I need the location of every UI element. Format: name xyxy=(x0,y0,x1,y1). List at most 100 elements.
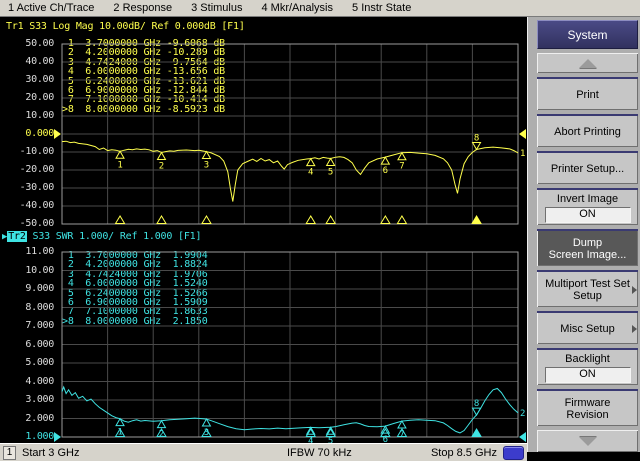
softkey-label: Dump Screen Image... xyxy=(549,237,627,261)
y-tick-label: 20.00 xyxy=(6,93,54,103)
marker-stimulus-indicator xyxy=(202,216,211,224)
y-tick-label: 10.00 xyxy=(6,266,54,276)
submenu-arrow-icon xyxy=(632,286,637,294)
marker-symbol xyxy=(157,421,165,428)
y-tick-label: 4.000 xyxy=(6,377,54,387)
menu-item-2-response[interactable]: 2 Response xyxy=(113,2,172,14)
up-triangle-icon xyxy=(579,59,597,68)
softkey-abort-printing[interactable]: Abort Printing xyxy=(537,114,638,147)
trace2-plot: 123456782 xyxy=(54,250,528,445)
softkey-misc-setup[interactable]: Misc Setup xyxy=(537,311,638,344)
marker-stimulus-indicator xyxy=(381,216,390,224)
trace1-format-readout: S33 Log Mag 10.00dB/ Ref 0.000dB [F1] xyxy=(23,21,244,32)
softkey-state-value: ON xyxy=(545,207,631,223)
y-tick-label: 11.00 xyxy=(6,247,54,257)
softkey-print[interactable]: Print xyxy=(537,77,638,110)
y-tick-label: -30.00 xyxy=(6,183,54,193)
marker-symbol xyxy=(307,159,315,166)
marker-stimulus-indicator xyxy=(306,216,315,224)
marker-number: 3 xyxy=(204,161,209,171)
menu-item-1-active-ch-trace[interactable]: 1 Active Ch/Trace xyxy=(8,2,94,14)
marker-symbol xyxy=(116,419,124,426)
softkey-label: Misc Setup xyxy=(560,323,614,335)
y-tick-label: 9.000 xyxy=(6,284,54,294)
softkey-label: Firmware Revision xyxy=(565,397,611,421)
marker-stimulus-indicator xyxy=(397,216,406,224)
ref-level-arrow-left xyxy=(54,129,61,139)
trace2-tag: Tr2 xyxy=(7,231,26,242)
marker-number: 8 xyxy=(474,399,479,409)
trace1-tag: Tr1 xyxy=(6,21,23,32)
softkey-panel: System Print Abort Printing Printer Setup.… xyxy=(527,17,640,452)
softkey-dump-screen-image[interactable]: Dump Screen Image... xyxy=(537,229,638,266)
marker-symbol xyxy=(327,159,335,166)
trace-end-label: 2 xyxy=(520,409,525,419)
y-tick-label: -40.00 xyxy=(6,201,54,211)
softkey-invert-image[interactable]: Invert Image ON xyxy=(537,188,638,225)
menu-item-3-stimulus[interactable]: 3 Stimulus xyxy=(191,2,242,14)
softkey-label: Backlight xyxy=(565,353,610,365)
y-tick-label: 2.000 xyxy=(6,414,54,424)
y-tick-label: 5.000 xyxy=(6,358,54,368)
trace1-plot: 1 2 3 4 5 6 7 8 1 xyxy=(54,42,528,232)
marker-stimulus-indicator xyxy=(472,216,481,224)
softkey-scroll-up-button[interactable] xyxy=(537,53,638,73)
start-frequency-readout: Start 3 GHz xyxy=(22,447,79,459)
trace-end-label: 1 xyxy=(520,149,525,159)
menu-bar: 1 Active Ch/Trace 2 Response 3 Stimulus 4 M… xyxy=(0,0,640,17)
y-tick-label: -10.00 xyxy=(6,147,54,157)
down-triangle-icon xyxy=(579,437,597,446)
ifbw-readout: IFBW 70 kHz xyxy=(287,447,352,459)
trace1-header[interactable]: Tr1 S33 Log Mag 10.00dB/ Ref 0.000dB [F1… xyxy=(6,21,245,32)
y-tick-label: -50.00 xyxy=(6,219,54,229)
status-bar: 1 Start 3 GHz IFBW 70 kHz Stop 8.5 GHz xyxy=(0,443,527,461)
marker-stimulus-indicator xyxy=(157,216,166,224)
marker-stimulus-indicator xyxy=(116,216,125,224)
softkey-backlight[interactable]: Backlight ON xyxy=(537,348,638,385)
analyzer-screen: Tr1 S33 Log Mag 10.00dB/ Ref 0.000dB [F1… xyxy=(0,17,527,452)
y-tick-label: 0.000 xyxy=(6,129,54,139)
menu-item-5-instr-state[interactable]: 5 Instr State xyxy=(352,2,411,14)
y-tick-label: 8.000 xyxy=(6,303,54,313)
marker-number: 6 xyxy=(383,166,388,176)
y-tick-label: 7.000 xyxy=(6,321,54,331)
softkey-menu-title: System xyxy=(537,20,638,49)
softkey-printer-setup[interactable]: Printer Setup... xyxy=(537,151,638,184)
y-tick-label: 50.00 xyxy=(6,39,54,49)
y-tick-label: 3.000 xyxy=(6,395,54,405)
softkey-label: Abort Printing xyxy=(554,126,621,138)
submenu-arrow-icon xyxy=(632,325,637,333)
marker-stimulus-indicator xyxy=(472,429,481,437)
menu-item-4-mkr-analysis[interactable]: 4 Mkr/Analysis xyxy=(261,2,333,14)
softkey-firmware-revision[interactable]: Firmware Revision xyxy=(537,389,638,426)
softkey-label: Print xyxy=(576,89,599,101)
y-tick-label: -20.00 xyxy=(6,165,54,175)
stop-frequency-readout: Stop 8.5 GHz xyxy=(431,447,497,459)
softkey-scroll-down-button[interactable] xyxy=(537,430,638,452)
marker-symbol xyxy=(157,153,165,160)
softkey-state-value: ON xyxy=(545,367,631,383)
marker-number: 1 xyxy=(117,160,122,170)
channel-number-badge: 1 xyxy=(3,446,16,460)
marker-number: 2 xyxy=(159,162,164,172)
marker-number: 7 xyxy=(399,162,404,172)
y-tick-label: 1.000 xyxy=(6,432,54,442)
y-tick-label: 6.000 xyxy=(6,340,54,350)
trace2-format-readout: S33 SWR 1.000/ Ref 1.000 [F1] xyxy=(27,231,202,242)
marker-stimulus-indicator xyxy=(326,216,335,224)
status-indicator-badge xyxy=(503,446,524,460)
softkey-label: Invert Image xyxy=(557,193,618,205)
marker-number: 5 xyxy=(328,168,333,178)
ref-level-arrow-right xyxy=(519,432,526,442)
softkey-multiport-test-set-setup[interactable]: Multiport Test Set Setup xyxy=(537,270,638,307)
y-tick-label: 40.00 xyxy=(6,57,54,67)
softkey-label: Printer Setup... xyxy=(551,163,624,175)
ref-level-arrow-right xyxy=(519,129,526,139)
ref-level-arrow-left xyxy=(54,432,61,442)
marker-number: 2 xyxy=(159,430,164,440)
marker-number: 8 xyxy=(474,133,479,143)
marker-number: 4 xyxy=(308,168,313,178)
y-tick-label: 30.00 xyxy=(6,75,54,85)
y-tick-label: 10.00 xyxy=(6,111,54,121)
trace2-header[interactable]: ▶Tr2 S33 SWR 1.000/ Ref 1.000 [F1] xyxy=(2,231,201,242)
